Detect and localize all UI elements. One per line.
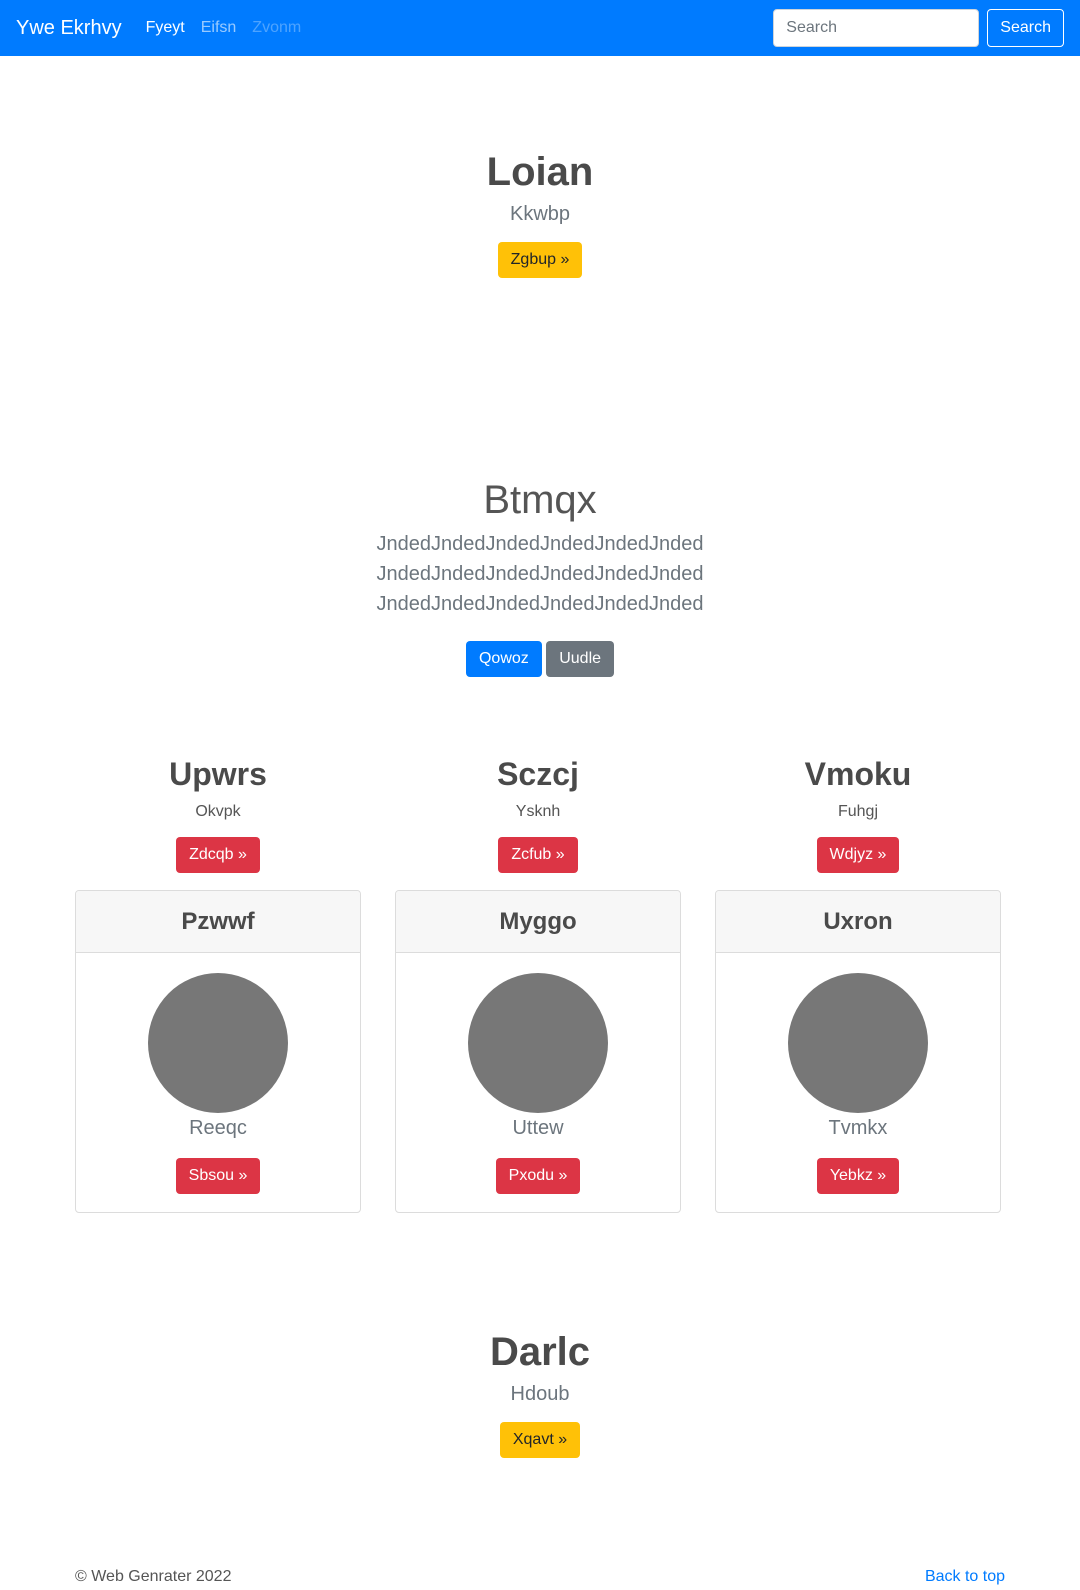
card-1: Pzwwf Reeqc Sbsou » [75, 890, 361, 1213]
column-3: Vmoku Fuhgj Wdjyz » [715, 756, 1001, 873]
hero-3-subtitle: Hdoub [510, 1383, 570, 1405]
nav-link-fyeyt[interactable]: Fyeyt [146, 19, 185, 37]
card-2-button[interactable]: Pxodu » [495, 1158, 581, 1194]
card-3-button[interactable]: Yebkz » [816, 1158, 900, 1194]
column-1-title: Upwrs [169, 756, 267, 792]
column-1-subtitle: Okvpk [195, 803, 241, 820]
hero-1-subtitle: Kkwbp [509, 203, 571, 225]
card-2-header: Myggo [396, 891, 680, 953]
column-1: Upwrs Okvpk Zdcqb » [75, 756, 361, 873]
column-2-title: Sczcj [497, 756, 579, 792]
search-button[interactable]: Search [987, 9, 1064, 47]
hero-3-title: Darlc [489, 1330, 591, 1374]
brand-link[interactable]: Ywe Ekrhvy [16, 17, 122, 40]
card-3-header: Uxron [716, 891, 1000, 953]
card-2: Myggo Uttew Pxodu » [395, 890, 681, 1213]
back-to-top-link[interactable]: Back to top [925, 1568, 1005, 1586]
column-3-subtitle: Fuhgj [837, 803, 879, 820]
hero-2-primary-button[interactable]: Qowoz [465, 641, 542, 677]
search-input[interactable] [773, 9, 980, 47]
hero-section-2: Btmqx JndedJndedJndedJndedJndedJnded Jnd… [0, 478, 1080, 677]
hero-section-3: Darlc Hdoub Xqavt » [0, 1330, 1080, 1458]
card-1-button[interactable]: Sbsou » [175, 1158, 261, 1194]
hero-2-title: Btmqx [483, 478, 597, 522]
column-2-subtitle: Ysknh [515, 803, 561, 820]
column-2-button[interactable]: Zcfub » [498, 837, 578, 873]
hero-2-secondary-button[interactable]: Uudle [546, 641, 615, 677]
hero-3-button[interactable]: Xqavt » [499, 1422, 581, 1458]
card-1-header: Pzwwf [76, 891, 360, 953]
hero-2-text: JndedJndedJndedJndedJndedJnded JndedJnde… [376, 533, 704, 615]
search-form: Search [773, 9, 1064, 47]
avatar-placeholder [468, 973, 608, 1113]
column-3-title: Vmoku [804, 756, 912, 792]
card-3: Uxron Tvmkx Yebkz » [715, 890, 1001, 1213]
hero-1-title: Loian [486, 150, 594, 194]
column-1-button[interactable]: Zdcqb » [176, 837, 260, 873]
column-2: Sczcj Ysknh Zcfub » [395, 756, 681, 873]
column-3-button[interactable]: Wdjyz » [816, 837, 900, 873]
hero-1-button[interactable]: Zgbup » [497, 242, 583, 278]
card-2-label: Uttew [512, 1117, 564, 1139]
hero-section-1: Loian Kkwbp Zgbup » [0, 150, 1080, 278]
footer-copyright: © Web Genrater 2022 [75, 1568, 232, 1585]
card-3-label: Tvmkx [828, 1117, 888, 1139]
avatar-placeholder [788, 973, 928, 1113]
navbar: Ywe Ekrhvy Fyeyt Eifsn Zvonm Search [0, 0, 1080, 56]
avatar-placeholder [148, 973, 288, 1113]
nav-link-eifsn[interactable]: Eifsn [201, 19, 237, 37]
nav-link-zvonm: Zvonm [252, 19, 302, 36]
card-1-label: Reeqc [189, 1117, 247, 1139]
